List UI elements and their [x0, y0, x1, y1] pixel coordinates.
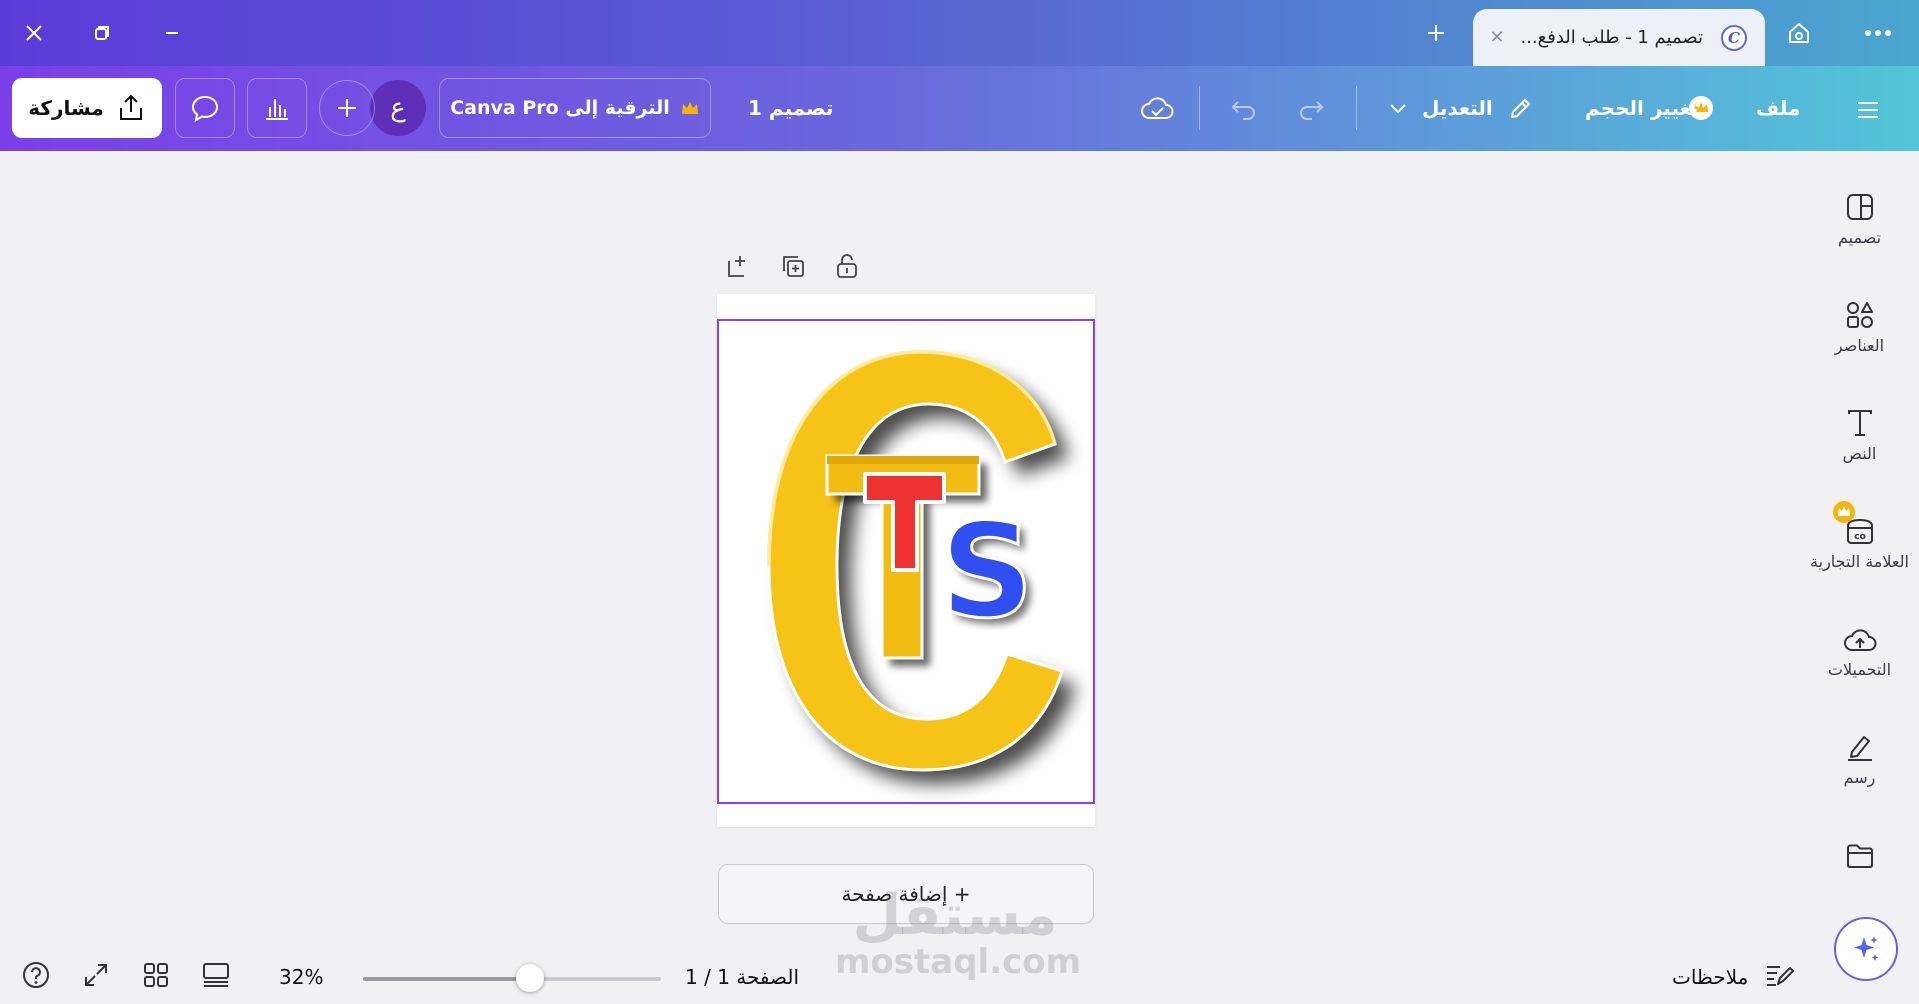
restore-icon — [95, 26, 109, 40]
comments-button[interactable] — [175, 78, 235, 138]
tab-close-icon[interactable]: ✕ — [1483, 23, 1511, 51]
redo-icon — [1300, 101, 1324, 120]
window-title-bar: ✕ تصميم 1 - طلب الدفع... C — [0, 0, 1919, 66]
page-selection-outline — [717, 319, 1095, 804]
new-tab-button[interactable] — [1416, 14, 1456, 52]
sidebar-item-label: تصميم — [1837, 228, 1882, 247]
sidebar-item-elements[interactable]: العناصر — [1800, 286, 1919, 355]
plus-icon — [1428, 25, 1444, 41]
window-minimize-button[interactable] — [152, 14, 192, 52]
help-icon — [23, 962, 49, 988]
pencil-icon — [1503, 92, 1537, 126]
duplicate-page-button[interactable] — [777, 250, 809, 282]
grid-layout-button[interactable] — [199, 958, 233, 992]
add-page-icon-button[interactable] — [723, 250, 755, 282]
sidebar-item-projects[interactable] — [1800, 826, 1919, 876]
elements-icon — [1846, 302, 1873, 328]
sidebar-item-draw[interactable]: رسم — [1800, 718, 1919, 787]
page-layout-icon — [203, 963, 229, 987]
close-icon — [26, 25, 42, 41]
invite-button[interactable] — [319, 80, 375, 136]
zoom-slider[interactable] — [363, 964, 661, 992]
tab-title: تصميم 1 - طلب الدفع... — [1520, 27, 1703, 48]
crown-icon — [681, 102, 698, 114]
grid-view-button[interactable] — [139, 958, 173, 992]
main-menu-button[interactable] — [1850, 92, 1886, 128]
design-title[interactable]: تصميم 1 — [748, 96, 833, 120]
plus-icon — [338, 99, 356, 117]
chevron-down-icon[interactable] — [1386, 96, 1410, 120]
cloud-saved-button[interactable] — [1138, 92, 1176, 126]
uploads-icon — [1843, 629, 1876, 651]
home-button[interactable] — [1779, 14, 1819, 52]
notes-icon[interactable] — [1762, 958, 1796, 992]
more-horizontal-icon — [1865, 30, 1891, 36]
canva-logo-icon: C — [1721, 25, 1747, 51]
bar-chart-icon — [266, 99, 288, 120]
upgrade-pro-button[interactable]: الترقية إلى Canva Pro — [439, 78, 711, 138]
lock-page-button[interactable] — [831, 250, 863, 282]
projects-icon — [1846, 844, 1873, 868]
unlock-icon — [837, 254, 857, 278]
minimize-icon — [166, 32, 178, 34]
magic-assistant-button[interactable] — [1834, 917, 1898, 981]
sidebar-item-design[interactable]: تصميم — [1800, 178, 1919, 247]
page-indicator[interactable]: الصفحة 1 / 1 — [685, 965, 799, 989]
share-upload-icon — [119, 94, 142, 120]
zoom-slider-handle[interactable] — [515, 964, 544, 992]
undo-button[interactable] — [1225, 92, 1261, 128]
draw-icon — [1847, 736, 1872, 761]
window-restore-button[interactable] — [82, 14, 122, 52]
share-label: مشاركة — [28, 96, 104, 120]
toolbar-divider — [1356, 86, 1357, 130]
sidebar-item-text[interactable]: النص — [1800, 394, 1919, 463]
grid-icon — [144, 963, 168, 987]
user-avatar[interactable]: ع — [370, 80, 426, 136]
notes-button[interactable]: ملاحظات — [1672, 965, 1748, 989]
sidebar-item-brand[interactable]: co العلامة التجارية — [1800, 501, 1919, 571]
fullscreen-button[interactable] — [79, 958, 113, 992]
undo-icon — [1231, 101, 1255, 120]
window-close-button[interactable] — [14, 14, 54, 52]
sidebar-item-label: العلامة التجارية — [1810, 552, 1909, 571]
expand-icon — [85, 964, 107, 986]
hamburger-icon — [1858, 102, 1878, 118]
upgrade-label: الترقية إلى Canva Pro — [450, 97, 670, 119]
home-icon — [1789, 23, 1809, 43]
sparkle-icon — [1854, 936, 1879, 961]
help-button[interactable] — [19, 958, 53, 992]
resize-button[interactable]: تغيير الحجم — [1585, 96, 1698, 120]
sidebar-item-label: رسم — [1843, 768, 1876, 787]
design-icon — [1846, 194, 1873, 220]
sidebar-item-label: النص — [1842, 444, 1877, 463]
add-page-icon — [728, 256, 745, 277]
browser-tab[interactable]: ✕ تصميم 1 - طلب الدفع... C — [1473, 9, 1765, 66]
text-icon — [1847, 410, 1872, 436]
more-options-button[interactable] — [1858, 14, 1898, 52]
add-page-button[interactable]: + إضافة صفحة — [718, 864, 1094, 924]
crown-badge-icon — [1833, 501, 1855, 523]
share-button[interactable]: مشاركة — [12, 78, 162, 138]
edit-mode-dropdown[interactable]: التعديل — [1422, 96, 1493, 120]
insights-button[interactable] — [247, 78, 307, 138]
toolbar-divider — [1199, 86, 1200, 130]
file-menu[interactable]: ملف — [1756, 96, 1800, 120]
zoom-level[interactable]: 32% — [279, 965, 323, 989]
cloud-check-icon — [1141, 97, 1174, 119]
duplicate-icon — [783, 256, 804, 277]
zoom-slider-fill — [363, 977, 530, 981]
sidebar-item-uploads[interactable]: التحميلات — [1800, 610, 1919, 679]
comment-icon — [191, 95, 219, 122]
sidebar-item-label: العناصر — [1834, 336, 1885, 355]
svg-text:co: co — [1854, 532, 1866, 542]
redo-button[interactable] — [1294, 92, 1330, 128]
sidebar-item-label: التحميلات — [1827, 660, 1892, 679]
